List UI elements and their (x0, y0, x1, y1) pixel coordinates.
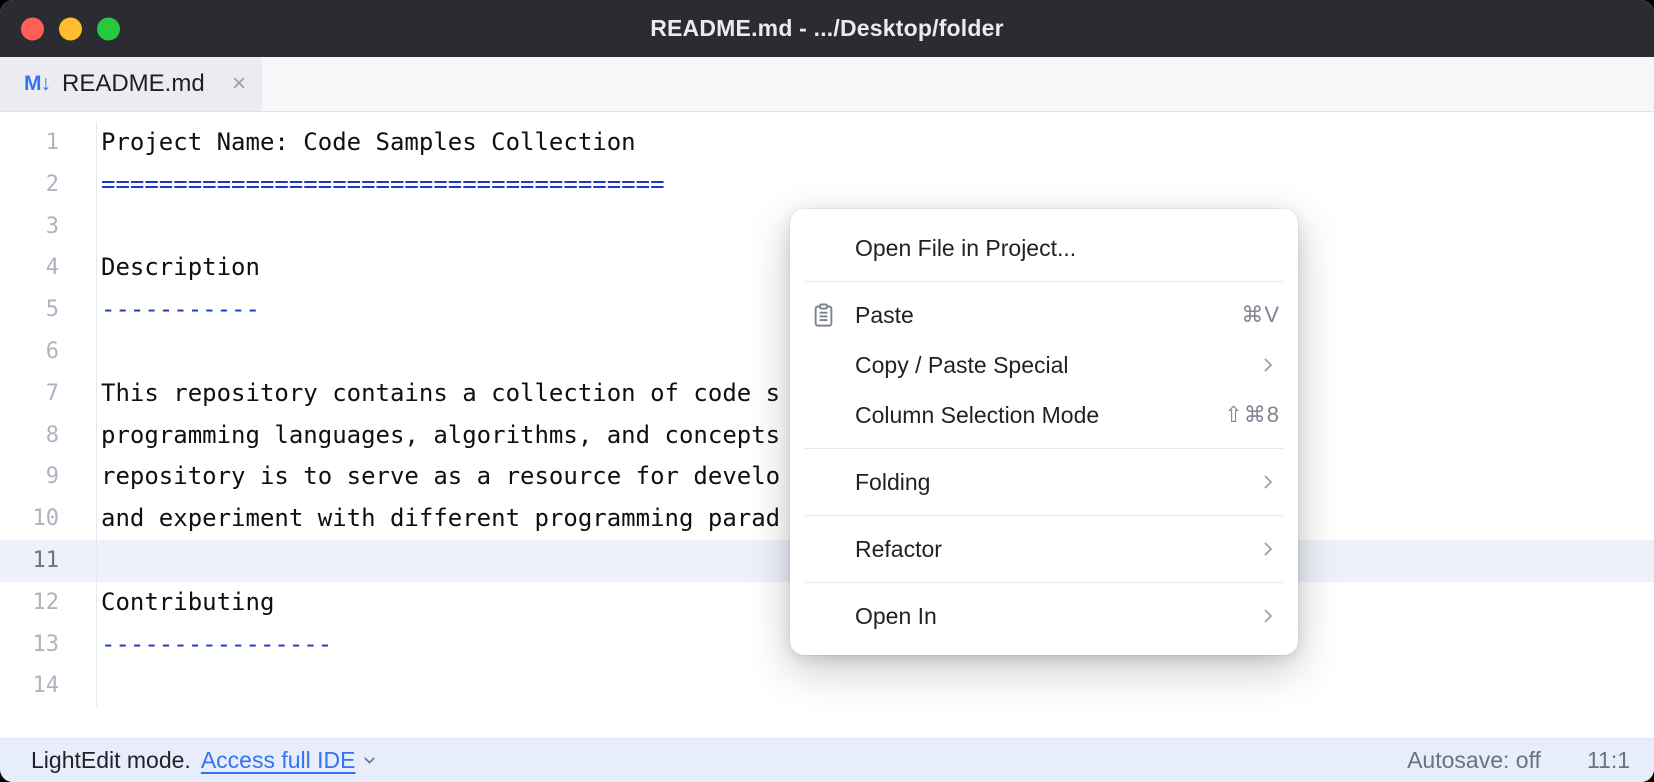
window-title: README.md - .../Desktop/folder (650, 15, 1004, 42)
code-text (97, 331, 101, 373)
code-text: This repository contains a collection of… (97, 373, 780, 415)
line-number: 5 (0, 289, 97, 331)
menu-item-copy-paste-special[interactable]: Copy / Paste Special (790, 340, 1298, 390)
line-number: 14 (0, 665, 97, 707)
code-text (97, 540, 101, 582)
code-text (97, 206, 101, 248)
submenu-chevron-icon (1256, 537, 1280, 561)
tab-readme[interactable]: M↓ README.md × (0, 57, 262, 111)
caret-position[interactable]: 11:1 (1587, 747, 1630, 774)
editor-line[interactable]: 14 (0, 665, 1654, 707)
ide-window: README.md - .../Desktop/folder M↓ README… (0, 0, 1654, 782)
code-text: ---------------- (97, 624, 332, 666)
titlebar: README.md - .../Desktop/folder (0, 0, 1654, 57)
lightedit-mode-label: LightEdit mode. (31, 747, 191, 774)
tab-close-icon[interactable]: × (232, 72, 246, 96)
editor-line[interactable]: 2======================================= (0, 164, 1654, 206)
submenu-chevron-icon (1256, 604, 1280, 628)
menu-item-label: Paste (855, 302, 1241, 329)
code-text: and experiment with different programmin… (97, 498, 780, 540)
menu-item-column-selection-mode[interactable]: Column Selection Mode⇧⌘8 (790, 390, 1298, 440)
menu-item-paste[interactable]: Paste⌘V (790, 290, 1298, 340)
code-text: programming languages, algorithms, and c… (97, 415, 780, 457)
menu-item-label: Copy / Paste Special (855, 352, 1256, 379)
menu-item-shortcut: ⇧⌘8 (1224, 402, 1280, 428)
line-number: 2 (0, 164, 97, 206)
paste-icon (810, 302, 855, 329)
editor-line[interactable]: 1Project Name: Code Samples Collection (0, 122, 1654, 164)
code-text: ----------- (97, 289, 260, 331)
zoom-window-button[interactable] (97, 17, 120, 40)
menu-item-label: Refactor (855, 536, 1256, 563)
context-menu: Open File in Project... Paste⌘V Copy / Pas… (790, 209, 1298, 655)
menu-separator (804, 448, 1284, 449)
line-number: 8 (0, 415, 97, 457)
line-number: 1 (0, 122, 97, 164)
markdown-file-icon: M↓ (24, 72, 50, 96)
menu-item-refactor[interactable]: Refactor (790, 524, 1298, 574)
line-number: 4 (0, 247, 97, 289)
line-number: 12 (0, 582, 97, 624)
submenu-chevron-icon (1256, 470, 1280, 494)
code-text (97, 665, 101, 707)
menu-item-shortcut: ⌘V (1241, 302, 1280, 328)
menu-separator (804, 582, 1284, 583)
tab-label: README.md (62, 70, 205, 98)
code-text: ======================================= (97, 164, 665, 206)
access-full-ide-link[interactable]: Access full IDE (201, 747, 379, 774)
submenu-chevron-icon (1256, 353, 1280, 377)
line-number: 7 (0, 373, 97, 415)
menu-separator (804, 281, 1284, 282)
minimize-window-button[interactable] (59, 17, 82, 40)
tab-bar: M↓ README.md × (0, 57, 1654, 112)
line-number: 3 (0, 206, 97, 248)
code-text: Contributing (97, 582, 274, 624)
close-window-button[interactable] (21, 17, 44, 40)
menu-item-folding[interactable]: Folding (790, 457, 1298, 507)
menu-item-open-file-in-project[interactable]: Open File in Project... (790, 223, 1298, 273)
autosave-status[interactable]: Autosave: off (1407, 747, 1541, 774)
line-number: 13 (0, 624, 97, 666)
chevron-down-icon (361, 752, 378, 769)
status-bar: LightEdit mode. Access full IDE Autosave… (0, 738, 1654, 782)
menu-item-label: Folding (855, 469, 1256, 496)
menu-item-label: Column Selection Mode (855, 402, 1224, 429)
line-number: 11 (0, 540, 97, 582)
code-text: repository is to serve as a resource for… (97, 456, 780, 498)
line-number: 6 (0, 331, 97, 373)
line-number: 9 (0, 456, 97, 498)
menu-item-open-in[interactable]: Open In (790, 591, 1298, 641)
menu-separator (804, 515, 1284, 516)
code-text: Project Name: Code Samples Collection (97, 122, 636, 164)
line-number: 10 (0, 498, 97, 540)
menu-item-label: Open In (855, 603, 1256, 630)
code-text: Description (97, 247, 260, 289)
traffic-lights (21, 17, 120, 40)
menu-item-label: Open File in Project... (855, 235, 1280, 262)
